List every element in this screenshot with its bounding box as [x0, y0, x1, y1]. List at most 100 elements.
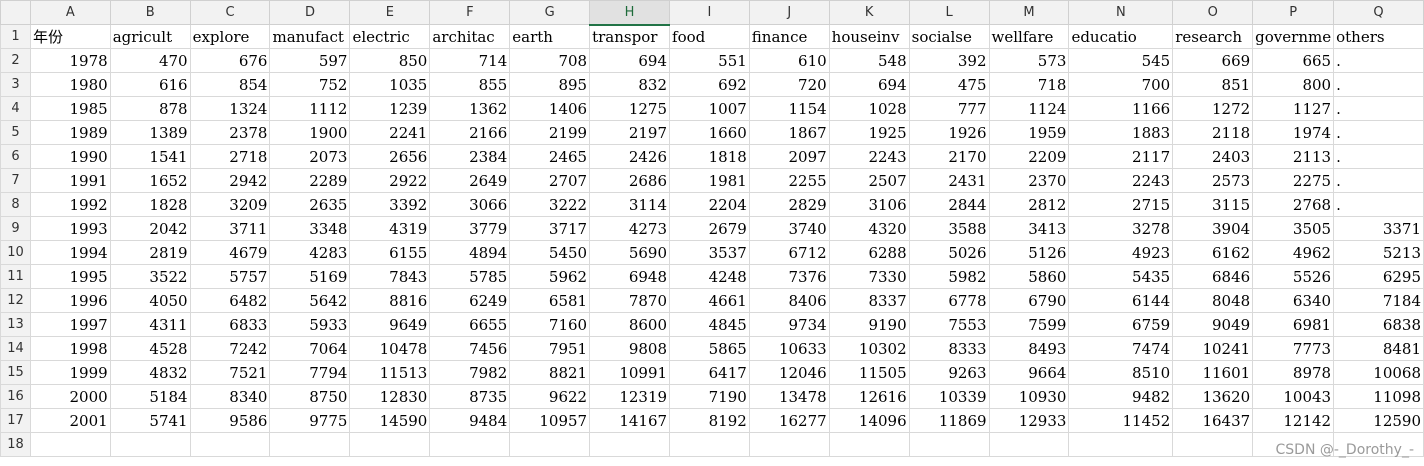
- cell[interactable]: educatio: [1068, 24, 1174, 49]
- cell[interactable]: 8978: [1252, 360, 1335, 385]
- cell[interactable]: 8192: [669, 408, 750, 433]
- cell[interactable]: 694: [828, 72, 910, 97]
- cell[interactable]: 5690: [589, 240, 671, 265]
- cell[interactable]: explore: [189, 24, 271, 49]
- cell[interactable]: 854: [189, 72, 271, 97]
- cell[interactable]: 12319: [589, 384, 671, 409]
- cell[interactable]: 470: [109, 48, 191, 73]
- column-header-f[interactable]: F: [429, 0, 511, 25]
- row-header[interactable]: 18: [0, 432, 31, 457]
- cell[interactable]: 10339: [908, 384, 990, 409]
- cell[interactable]: socialse: [908, 24, 990, 49]
- select-all-corner[interactable]: [0, 0, 31, 25]
- cell[interactable]: 7794: [269, 360, 351, 385]
- cell[interactable]: [29, 432, 111, 457]
- cell[interactable]: [189, 432, 271, 457]
- cell[interactable]: research: [1172, 24, 1254, 49]
- cell[interactable]: 2197: [589, 120, 671, 145]
- cell[interactable]: electric: [349, 24, 431, 49]
- cell[interactable]: 850: [349, 48, 431, 73]
- cell[interactable]: 6712: [748, 240, 830, 265]
- cell[interactable]: 7982: [429, 360, 511, 385]
- cell[interactable]: 2275: [1252, 168, 1335, 193]
- cell[interactable]: 4319: [349, 216, 431, 241]
- cell[interactable]: 8406: [748, 288, 830, 313]
- cell[interactable]: 5865: [669, 336, 750, 361]
- cell[interactable]: 2829: [748, 192, 830, 217]
- cell[interactable]: 5450: [509, 240, 591, 265]
- cell[interactable]: 10043: [1252, 384, 1335, 409]
- column-header-i[interactable]: I: [669, 0, 750, 25]
- cell[interactable]: 9049: [1172, 312, 1254, 337]
- cell[interactable]: 13478: [748, 384, 830, 409]
- cell[interactable]: 551: [669, 48, 750, 73]
- cell[interactable]: [429, 432, 511, 457]
- cell[interactable]: 10991: [589, 360, 671, 385]
- cell[interactable]: 14096: [828, 408, 910, 433]
- cell[interactable]: wellfare: [988, 24, 1070, 49]
- cell[interactable]: 2243: [1068, 168, 1174, 193]
- row-header[interactable]: 9: [0, 216, 31, 241]
- cell[interactable]: 5757: [189, 264, 271, 289]
- cell[interactable]: 1974: [1252, 120, 1335, 145]
- cell[interactable]: [908, 432, 990, 457]
- cell[interactable]: 7242: [189, 336, 271, 361]
- cell[interactable]: 8735: [429, 384, 511, 409]
- column-header-j[interactable]: J: [748, 0, 830, 25]
- cell[interactable]: 5933: [269, 312, 351, 337]
- cell[interactable]: 9586: [189, 408, 271, 433]
- cell[interactable]: 1828: [109, 192, 191, 217]
- column-header-p[interactable]: P: [1252, 0, 1335, 25]
- cell[interactable]: 3505: [1252, 216, 1335, 241]
- cell[interactable]: 1883: [1068, 120, 1174, 145]
- cell[interactable]: 6833: [189, 312, 271, 337]
- cell[interactable]: 6846: [1172, 264, 1254, 289]
- cell[interactable]: governme: [1252, 24, 1335, 49]
- cell[interactable]: 12616: [828, 384, 910, 409]
- cell[interactable]: 6340: [1252, 288, 1335, 313]
- cell[interactable]: 1652: [109, 168, 191, 193]
- cell[interactable]: 676: [189, 48, 271, 73]
- cell[interactable]: 11505: [828, 360, 910, 385]
- cell[interactable]: 8337: [828, 288, 910, 313]
- cell[interactable]: 5785: [429, 264, 511, 289]
- cell[interactable]: 12590: [1333, 408, 1424, 433]
- cell[interactable]: 1112: [269, 96, 351, 121]
- cell[interactable]: 7599: [988, 312, 1070, 337]
- cell[interactable]: 1406: [509, 96, 591, 121]
- cell[interactable]: 6144: [1068, 288, 1174, 313]
- cell[interactable]: finance: [748, 24, 830, 49]
- cell[interactable]: 2718: [189, 144, 271, 169]
- column-header-g[interactable]: G: [509, 0, 591, 25]
- cell[interactable]: 3522: [109, 264, 191, 289]
- cell[interactable]: 2001: [29, 408, 111, 433]
- cell[interactable]: 16277: [748, 408, 830, 433]
- cell[interactable]: 7951: [509, 336, 591, 361]
- cell[interactable]: 2370: [988, 168, 1070, 193]
- cell[interactable]: 9190: [828, 312, 910, 337]
- cell[interactable]: 6838: [1333, 312, 1424, 337]
- cell[interactable]: 616: [109, 72, 191, 97]
- cell[interactable]: 7190: [669, 384, 750, 409]
- cell[interactable]: 1028: [828, 96, 910, 121]
- cell[interactable]: [109, 432, 191, 457]
- cell[interactable]: 4311: [109, 312, 191, 337]
- cell[interactable]: 6288: [828, 240, 910, 265]
- cell[interactable]: 610: [748, 48, 830, 73]
- cell[interactable]: 2000: [29, 384, 111, 409]
- cell[interactable]: 13620: [1172, 384, 1254, 409]
- cell[interactable]: 3711: [189, 216, 271, 241]
- cell[interactable]: 9622: [509, 384, 591, 409]
- cell[interactable]: 1999: [29, 360, 111, 385]
- cell[interactable]: 6790: [988, 288, 1070, 313]
- cell[interactable]: 2204: [669, 192, 750, 217]
- cell[interactable]: 5026: [908, 240, 990, 265]
- column-header-b[interactable]: B: [109, 0, 191, 25]
- column-header-d[interactable]: D: [269, 0, 351, 25]
- cell[interactable]: 1998: [29, 336, 111, 361]
- cell[interactable]: .: [1333, 96, 1424, 121]
- cell[interactable]: .: [1333, 48, 1424, 73]
- column-header-l[interactable]: L: [908, 0, 990, 25]
- cell[interactable]: 851: [1172, 72, 1254, 97]
- cell[interactable]: 1660: [669, 120, 750, 145]
